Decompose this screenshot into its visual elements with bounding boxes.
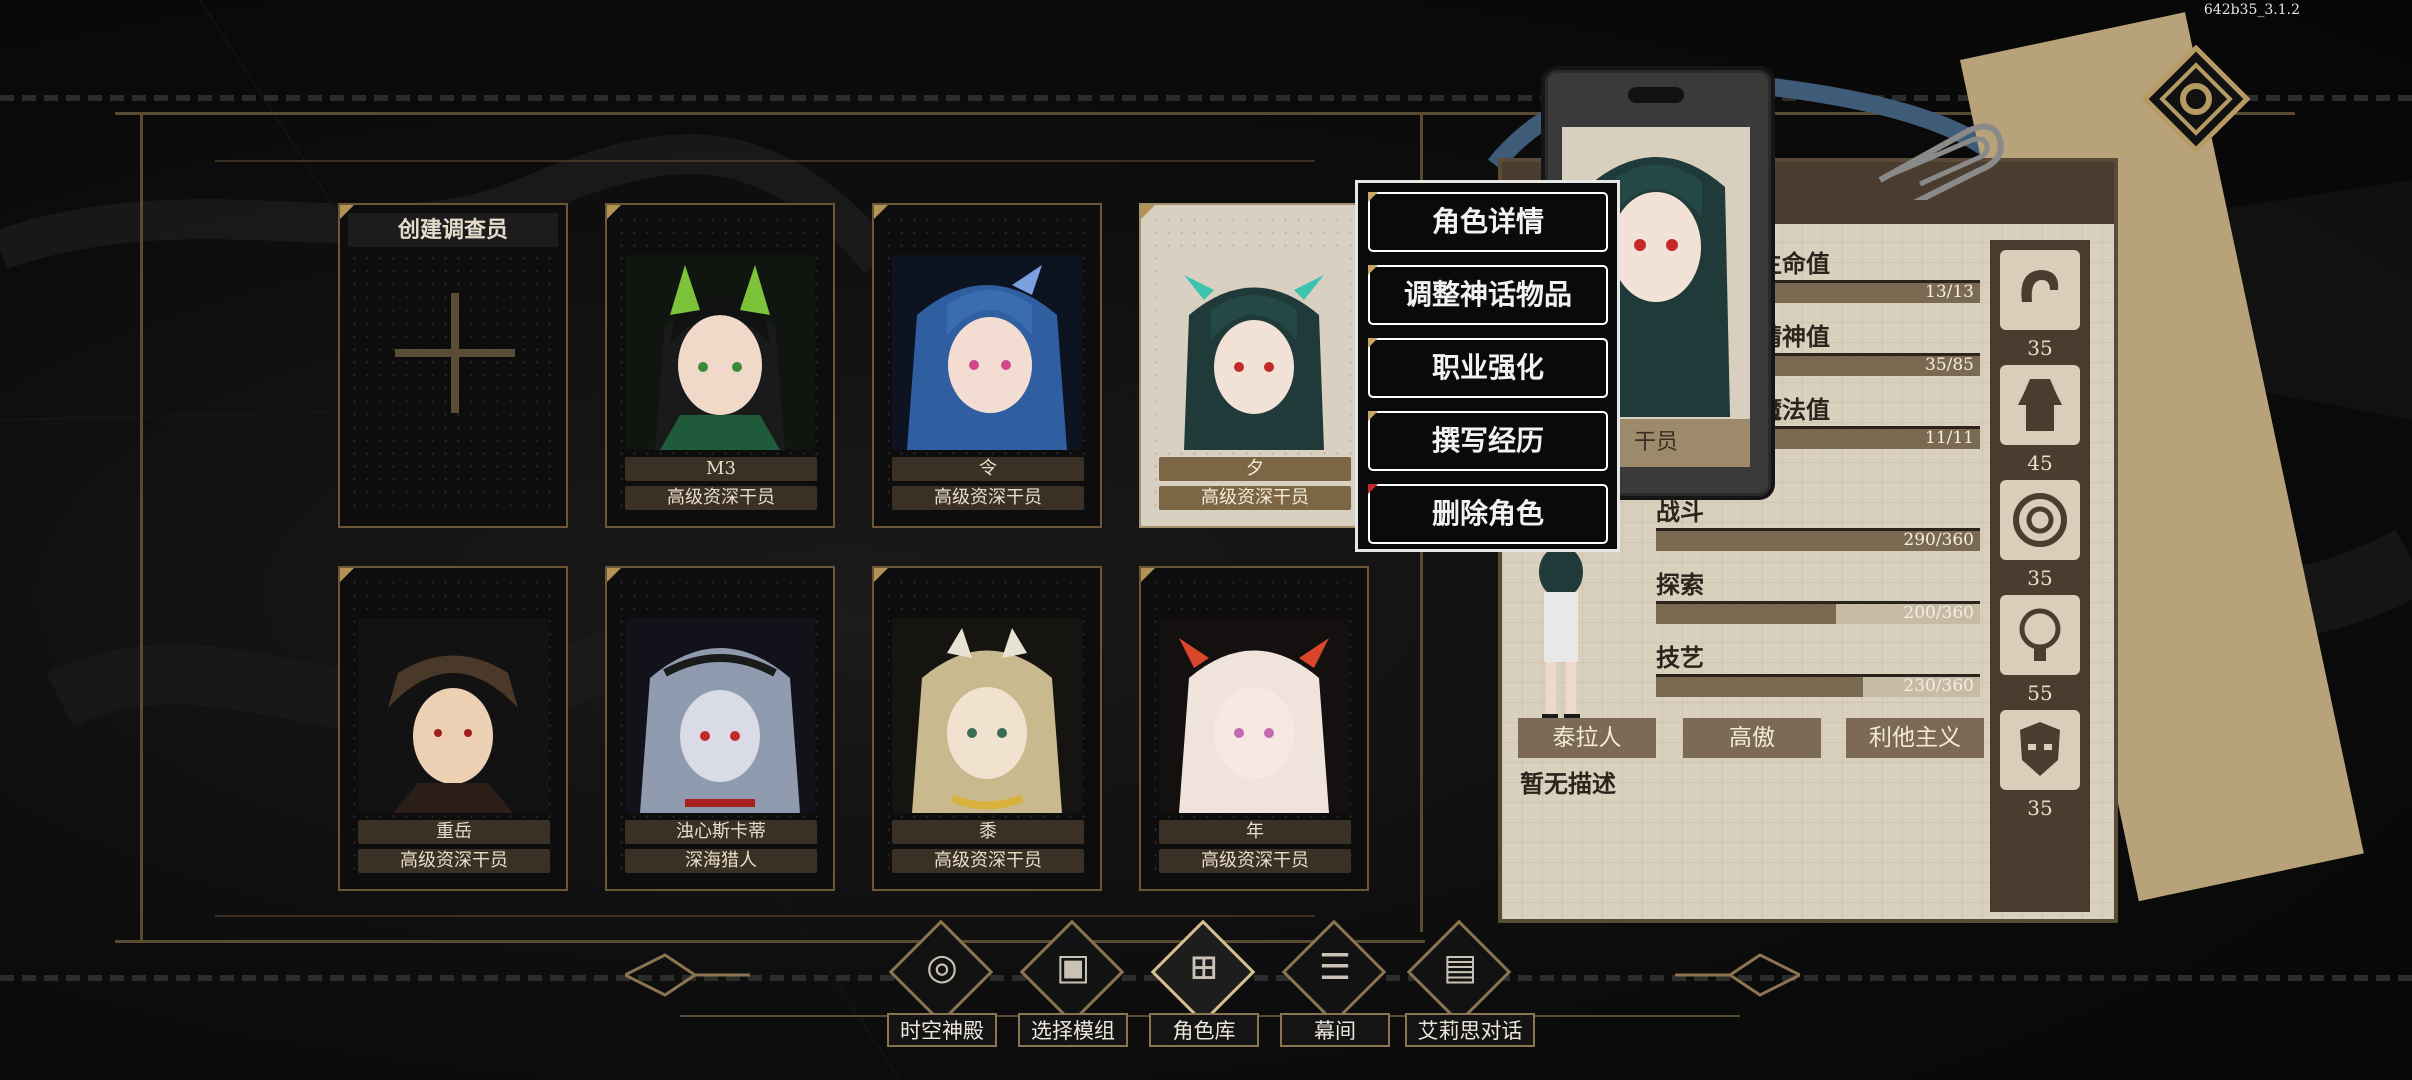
menu-class-upgrade[interactable]: 职业强化 [1368,338,1608,398]
character-card-nian[interactable]: 年 高级资深干员 [1139,566,1369,891]
module-icon: ▣ [1055,947,1090,988]
character-library-icon: ⊞ [1188,947,1220,988]
nav-select-module[interactable]: ▣ 选择模组 [1013,919,1133,1047]
explore-bar-fill [1656,604,1837,624]
combat-value: 290/360 [1903,530,1974,550]
trait-badge-altruism: 利他主义 [1846,718,1984,758]
magic-value: 11/11 [1925,428,1974,448]
craft-bar: 230/360 [1656,674,1980,697]
character-name: 夕 [1159,457,1351,481]
character-card-shu[interactable]: 黍 高级资深干员 [872,566,1102,891]
sanity-bar: 35/85 [1758,353,1980,376]
character-card-m3[interactable]: M3 高级资深干员 [605,203,835,528]
character-card-ling[interactable]: 令 高级资深干员 [872,203,1102,528]
character-name: 年 [1159,820,1351,844]
character-rank: 深海猎人 [625,849,817,873]
right-wing-ornament [1675,953,1800,997]
character-portrait [892,618,1082,813]
craft-bar-fill [1656,677,1864,697]
character-rank: 高级资深干员 [625,486,817,510]
explore-value: 200/360 [1903,603,1974,623]
character-name: M3 [625,457,817,481]
character-portrait [625,618,815,813]
mind-icon [2000,595,2080,675]
combat-bar: 290/360 [1656,528,1980,551]
character-card-chongyue[interactable]: 重岳 高级资深干员 [338,566,568,891]
interlude-icon: ☰ [1318,947,1352,988]
frame-rule-bottom [215,915,1315,917]
dialogue-icon: ▤ [1442,947,1477,988]
nav-label: 幕间 [1280,1013,1390,1047]
game-screen: 642b35_3.1.2 创建调查员 M3 高级资深干员 令 高级资深干员 夕 … [0,0,2412,1080]
character-rank: 高级资深干员 [892,486,1084,510]
frame-left-line [140,112,143,942]
character-description: 暂无描述 [1520,769,1616,798]
character-name: 令 [892,457,1084,481]
character-rank: 高级资深干员 [1159,849,1351,873]
left-wing-ornament [625,953,750,997]
nav-label: 时空神殿 [887,1013,997,1047]
character-card-skadi-corrupting[interactable]: 浊心斯卡蒂 深海猎人 [605,566,835,891]
nav-label: 艾莉思对话 [1405,1013,1535,1047]
magic-bar: 11/11 [1758,426,1980,449]
character-rank: 高级资深干员 [1159,486,1351,510]
attribute-value: 35 [2027,796,2053,820]
character-name: 黍 [892,820,1084,844]
menu-write-history[interactable]: 撰写经历 [1368,411,1608,471]
menu-adjust-mythic-items[interactable]: 调整神话物品 [1368,265,1608,325]
arm-icon [2000,250,2080,330]
menu-delete-character[interactable]: 删除角色 [1368,484,1608,544]
menu-character-details[interactable]: 角色详情 [1368,192,1608,252]
character-rank: 高级资深干员 [358,849,550,873]
body-icon [2000,365,2080,445]
combat-label: 战斗 [1656,497,1704,526]
character-name: 浊心斯卡蒂 [625,820,817,844]
nav-character-library[interactable]: ⊞ 角色库 [1144,919,1264,1047]
explore-label: 探索 [1656,570,1704,599]
settings-gear-icon[interactable] [2142,45,2250,153]
craft-label: 技艺 [1656,643,1704,672]
character-portrait [358,618,548,813]
hp-bar: 13/13 [1758,280,1980,303]
temple-icon: ◎ [926,947,958,988]
trait-badge-terran: 泰拉人 [1518,718,1656,758]
attribute-sidebar: 35 45 35 55 35 [1990,240,2090,912]
attribute-value: 55 [2027,681,2053,705]
attribute-value: 45 [2027,451,2053,475]
nav-label: 选择模组 [1018,1013,1128,1047]
character-portrait [1159,618,1349,813]
nav-interlude[interactable]: ☰ 幕间 [1275,919,1395,1047]
create-investigator-label: 创建调查员 [348,213,558,247]
character-portrait [892,255,1082,450]
plus-icon-bar [395,349,515,357]
character-portrait [1159,255,1349,450]
character-rank: 高级资深干员 [892,849,1084,873]
paperclip-icon [1878,123,2004,200]
character-card-xi-selected[interactable]: 夕 高级资深干员 [1139,203,1369,528]
attribute-value: 35 [2027,336,2053,360]
character-sprite [1539,546,1583,724]
character-name: 重岳 [358,820,550,844]
version-label: 642b35_3.1.2 [2203,2,2300,18]
swirl-icon [2000,480,2080,560]
character-portrait [625,255,815,450]
frame-rule-top [215,160,1315,162]
character-context-menu: 角色详情 调整神话物品 职业强化 撰写经历 删除角色 [1355,180,1620,552]
nav-time-temple[interactable]: ◎ 时空神殿 [882,919,1002,1047]
sanity-value: 35/85 [1925,355,1974,375]
hp-value: 13/13 [1925,282,1974,302]
craft-value: 230/360 [1903,676,1974,696]
tag-hole [1628,87,1684,103]
mask-icon [2000,710,2080,790]
explore-bar: 200/360 [1656,601,1980,624]
trait-badge-proud: 高傲 [1683,718,1821,758]
create-investigator-card[interactable]: 创建调查员 [338,203,568,528]
attribute-value: 35 [2027,566,2053,590]
nav-label: 角色库 [1149,1013,1259,1047]
nav-alice-dialogue[interactable]: ▤ 艾莉思对话 [1400,919,1535,1047]
